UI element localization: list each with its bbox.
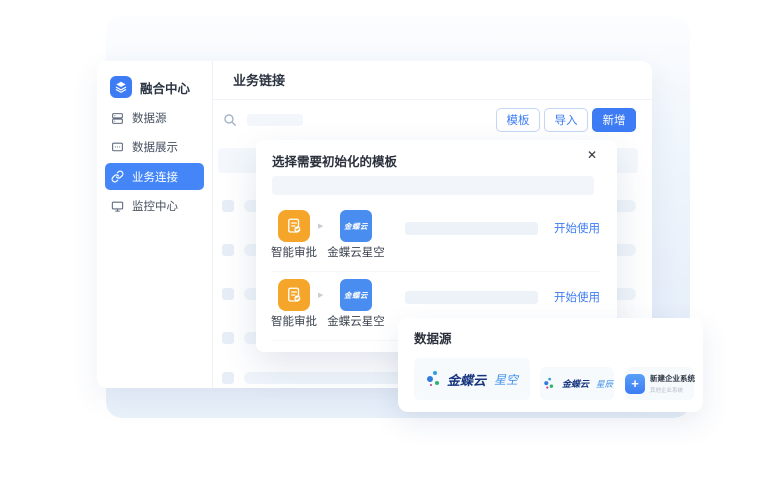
- sidebar-item-label: 监控中心: [132, 198, 178, 214]
- datasource-tile-stellar[interactable]: 金蝶云 星辰: [540, 367, 614, 400]
- kingdee-dots-icon: [544, 378, 555, 390]
- row-icon-skeleton: [222, 200, 234, 212]
- import-button[interactable]: 导入: [544, 108, 588, 132]
- sidebar-item-data-source[interactable]: 数据源: [105, 105, 204, 131]
- row-icon-skeleton: [222, 288, 234, 300]
- page: 融合中心 数据源 数据展示: [0, 0, 766, 480]
- tile-label: 新建企业系统: [650, 373, 695, 384]
- target-app-label: 金蝶云星空: [326, 244, 386, 260]
- new-enterprise-system-tile[interactable]: + 新建企业系统 其他企业系统: [626, 367, 694, 400]
- source-app-label: 智能审批: [266, 244, 322, 260]
- template-desc-skeleton: [405, 291, 538, 304]
- smart-approval-icon: [278, 279, 310, 311]
- product-text: 星空: [494, 371, 518, 388]
- toolbar-buttons: 模板 导入 新增: [496, 108, 636, 132]
- template-button[interactable]: 模板: [496, 108, 540, 132]
- database-icon: [111, 112, 124, 125]
- brand-text: 金蝶云: [447, 370, 486, 389]
- badge-label: 金蝶云: [344, 221, 368, 232]
- divider: [272, 271, 601, 272]
- kingdee-stellar-logo: 金蝶云 星辰: [541, 375, 613, 392]
- start-using-link[interactable]: 开始使用: [554, 289, 600, 305]
- modal-title: 选择需要初始化的模板: [272, 151, 397, 170]
- sidebar-item-label: 数据源: [132, 110, 167, 126]
- plus-icon: +: [625, 374, 645, 394]
- sidebar-item-business-connect[interactable]: 业务连接: [105, 163, 204, 190]
- sidebar-item-data-display[interactable]: 数据展示: [105, 134, 204, 160]
- template-desc-skeleton: [405, 222, 538, 235]
- sidebar-nav: 数据源 数据展示 业务连接: [105, 105, 204, 220]
- close-icon[interactable]: ✕: [587, 148, 597, 162]
- product-text: 星辰: [596, 378, 613, 390]
- start-using-link[interactable]: 开始使用: [554, 220, 600, 236]
- source-app-label: 智能审批: [266, 313, 322, 329]
- monitor-icon: [111, 200, 124, 213]
- row-icon-skeleton: [222, 372, 234, 384]
- page-title: 业务链接: [233, 61, 285, 100]
- sidebar-item-monitor-center[interactable]: 监控中心: [105, 193, 204, 219]
- brand-text: 金蝶云: [562, 377, 589, 390]
- main-header: 业务链接: [213, 61, 652, 100]
- kingdee-galaxy-logo: 金蝶云 星空: [426, 370, 518, 389]
- tile-sublabel: 其他企业系统: [650, 386, 695, 394]
- app-title: 融合中心: [140, 78, 190, 97]
- modal-search-skeleton: [272, 176, 594, 195]
- datasource-tile-galaxy[interactable]: 金蝶云 星空: [414, 358, 530, 400]
- search-input[interactable]: [223, 108, 303, 132]
- search-icon: [223, 113, 237, 127]
- smart-approval-icon: [278, 210, 310, 242]
- datasource-card-title: 数据源: [414, 328, 452, 347]
- arrow-right-icon: ▶: [318, 222, 323, 230]
- arrow-right-icon: ▶: [318, 291, 323, 299]
- target-app-label: 金蝶云星空: [326, 313, 386, 329]
- app-logo: 融合中心: [110, 75, 190, 99]
- kingdee-dots-icon: [426, 371, 442, 388]
- display-icon: [111, 141, 124, 154]
- row-icon-skeleton: [222, 244, 234, 256]
- sidebar-item-label: 业务连接: [132, 169, 178, 185]
- layers-icon: [110, 76, 132, 98]
- datasource-card: 数据源 金蝶云 星空 金蝶云 星辰 + 新建企业系统 其他企业系统: [398, 318, 703, 412]
- toolbar: 模板 导入 新增: [213, 108, 652, 132]
- link-icon: [111, 170, 124, 183]
- sidebar-item-label: 数据展示: [132, 139, 178, 155]
- badge-label: 金蝶云: [344, 290, 368, 301]
- row-icon-skeleton: [222, 332, 234, 344]
- tile-text: 新建企业系统 其他企业系统: [650, 373, 695, 394]
- kingdee-cloud-badge: 金蝶云: [340, 279, 372, 311]
- kingdee-cloud-badge: 金蝶云: [340, 210, 372, 242]
- add-button[interactable]: 新增: [592, 108, 636, 132]
- sidebar: 融合中心 数据源 数据展示: [97, 61, 213, 388]
- search-placeholder-skeleton: [247, 114, 303, 126]
